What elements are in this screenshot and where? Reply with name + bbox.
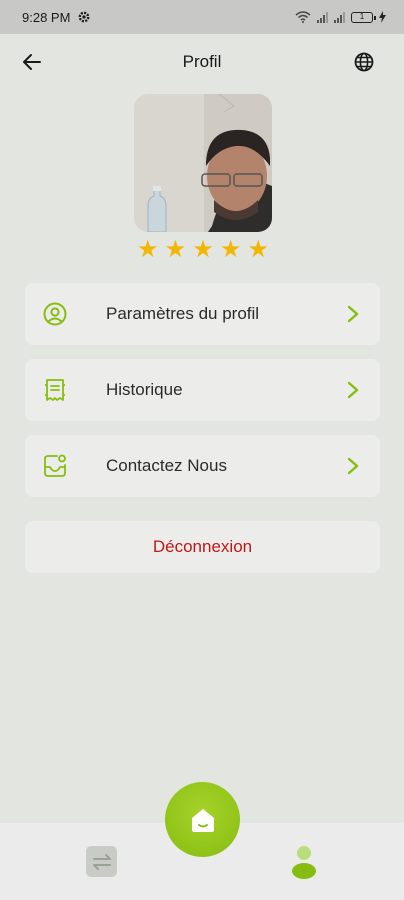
wifi-icon [295,11,311,23]
rating-stars: ★ ★ ★ ★ ★ [134,236,272,264]
star-icon: ★ [219,236,242,263]
star-icon: ★ [137,236,159,263]
page-title: Profil [182,52,222,71]
menu-item-history[interactable]: Historique [25,359,380,421]
back-arrow-icon[interactable] [20,50,44,74]
receipt-icon [45,379,65,401]
logout-button[interactable]: Déconnexion [25,521,380,573]
message-box-icon [44,454,66,477]
chevron-right-icon [347,457,359,475]
menu-item-label: Historique [106,380,183,399]
home-icon [191,808,214,832]
signal-icon-2 [334,11,345,23]
menu-item-profile-settings[interactable]: Paramètres du profil [25,283,380,345]
menu-item-label: Paramètres du profil [106,304,260,323]
chevron-right-icon [347,381,359,399]
star-icon: ★ [247,236,269,263]
battery-icon: 1 [351,11,376,23]
header: Profil [0,34,404,90]
user-circle-icon [43,302,67,326]
status-time: 9:28 PM [22,9,71,25]
menu-item-contact[interactable]: Contactez Nous [25,435,380,497]
settings-gear-icon [79,11,90,23]
globe-language-icon[interactable] [352,50,376,74]
home-button[interactable] [165,782,240,857]
logout-label: Déconnexion [152,537,253,556]
chevron-right-icon [347,305,359,323]
charging-bolt-icon [379,11,386,23]
status-bar: 9:28 PM 1 [0,0,404,34]
avatar[interactable] [134,94,272,232]
profile-nav-button[interactable] [290,845,318,879]
profile-icon [292,846,316,879]
star-icon: ★ [192,236,214,263]
signal-icon-1 [317,11,328,23]
menu-item-label: Contactez Nous [106,456,227,475]
swap-nav-button[interactable] [86,846,117,877]
star-icon: ★ [164,236,187,263]
swap-icon [92,853,111,870]
